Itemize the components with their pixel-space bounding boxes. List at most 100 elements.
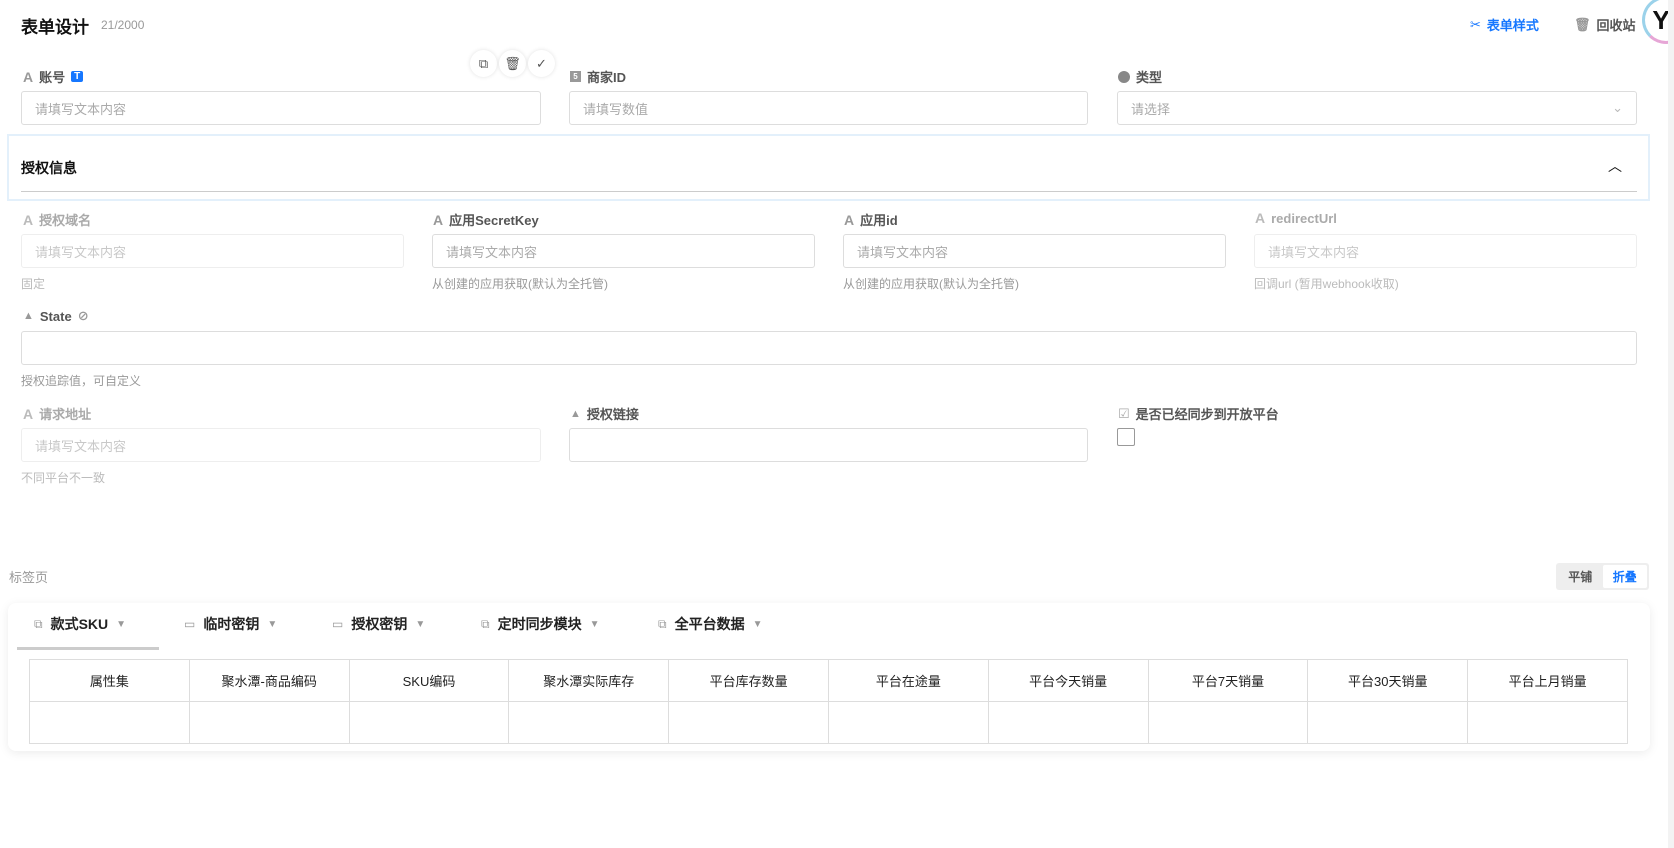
label-text: State [39, 308, 72, 324]
copy-icon: ⧉ [481, 616, 490, 631]
table-header-row: 属性集 聚水潭-商品编码 SKU编码 聚水潭实际库存 平台库存数量 平台在途量 … [29, 659, 1628, 702]
redirect-url-help: 回调url (暂用webhook收取) [1254, 277, 1399, 291]
label-text: 请求地址 [39, 407, 92, 422]
column-header: 聚水潭-商品编码 [188, 659, 350, 702]
table-cell[interactable] [508, 701, 670, 744]
appid-input[interactable]: 请填写文本内容 [843, 234, 1226, 268]
column-header: 平台在途量 [827, 659, 989, 702]
caret-down-icon: ▼ [589, 618, 600, 630]
request-url-input[interactable]: 请填写文本内容 [21, 428, 541, 462]
shapes-icon: ▲ [23, 310, 34, 322]
redirect-url-input[interactable]: 请填写文本内容 [1254, 234, 1637, 268]
recycle-label: 回收站 [1596, 18, 1636, 33]
domain-input[interactable]: 请填写文本内容 [21, 234, 404, 268]
select-type-icon [1118, 70, 1130, 83]
text-type-icon: A [23, 211, 34, 228]
caret-down-icon: ▼ [752, 618, 763, 630]
form-style-label: 表单样式 [1486, 18, 1539, 33]
tab-label: 款式SKU [50, 616, 109, 632]
title-badge: T [71, 71, 84, 82]
tab-auth-key[interactable]: ▭ 授权密钥 ▼ [332, 614, 425, 634]
secretkey-input[interactable]: 请填写文本内容 [432, 234, 815, 268]
label-text: 应用SecretKey [449, 213, 539, 228]
tab-label: 授权密钥 [351, 616, 408, 632]
label-text: 商家ID [587, 70, 627, 85]
synced-label: ☑ 是否已经同步到开放平台 [1118, 404, 1279, 423]
tab-temp-key[interactable]: ▭ 临时密钥 ▼ [184, 614, 277, 634]
shapes-icon: ▲ [570, 407, 581, 420]
scrollbar[interactable] [1668, 0, 1674, 848]
auth-link-input[interactable] [569, 428, 1088, 462]
recycle-bin-button[interactable]: 🗑 回收站 [1574, 15, 1636, 34]
redirect-url-label: AredirectUrl [1255, 210, 1337, 226]
trash-icon: 🗑 [1574, 16, 1591, 32]
auth-link-label: ▲ 授权链接 [570, 404, 639, 423]
chevron-up-icon[interactable]: ︿ [1608, 156, 1622, 176]
table-cell[interactable] [827, 701, 989, 744]
toggle-fold[interactable]: 折叠 [1602, 565, 1647, 588]
tab-style-sku[interactable]: ⧉ 款式SKU ▼ [34, 614, 126, 634]
label-text: redirectUrl [1271, 210, 1337, 226]
section-divider [21, 191, 1637, 192]
domain-help: 固定 [21, 277, 46, 291]
column-header: 聚水潭实际库存 [508, 659, 670, 702]
delete-icon[interactable]: 🗑 [499, 50, 526, 77]
tab-all-platform[interactable]: ⧉ 全平台数据 ▼ [658, 614, 762, 634]
state-input[interactable] [21, 331, 1637, 365]
column-header: 平台库存数量 [668, 659, 829, 702]
type-label: 类型 [1118, 67, 1162, 86]
column-header: 平台30天销量 [1307, 659, 1469, 702]
copy-icon: ⧉ [658, 616, 667, 631]
type-select[interactable]: 请选择 ⌄ [1117, 91, 1637, 125]
table-cell[interactable] [1307, 701, 1469, 744]
table-cell[interactable] [188, 701, 350, 744]
column-header: 平台7天销量 [1147, 659, 1309, 702]
column-header: 属性集 [29, 659, 190, 702]
table-cell[interactable] [987, 701, 1149, 744]
tools-icon: ✂ [1470, 16, 1481, 32]
tab-label: 定时同步模块 [497, 616, 582, 632]
number-type-icon: 5 [570, 71, 581, 82]
check-icon[interactable]: ✓ [528, 50, 555, 77]
table-cell[interactable] [348, 701, 510, 744]
toggle-tile[interactable]: 平铺 [1558, 565, 1603, 588]
table-cell[interactable] [1147, 701, 1309, 744]
state-help: 授权追踪值，可自定义 [21, 374, 142, 388]
table-cell[interactable] [668, 701, 829, 744]
chevron-down-icon: ⌄ [1612, 100, 1623, 115]
copy-icon: ⧉ [34, 616, 43, 631]
sku-table: 属性集 聚水潭-商品编码 SKU编码 聚水潭实际库存 平台库存数量 平台在途量 … [29, 659, 1628, 744]
column-header: 平台上月销量 [1467, 659, 1628, 702]
text-type-icon: A [433, 211, 444, 228]
table-row [29, 701, 1628, 744]
column-header: SKU编码 [348, 659, 510, 702]
secretkey-label: A 应用SecretKey [433, 210, 539, 229]
table-cell[interactable] [29, 701, 190, 744]
select-placeholder: 请选择 [1131, 101, 1171, 117]
label-text: 类型 [1136, 70, 1163, 85]
label-text: 授权链接 [586, 407, 639, 422]
table-cell[interactable] [1467, 701, 1628, 744]
label-text: 授权域名 [39, 213, 92, 228]
account-input[interactable]: 请填写文本内容 [21, 91, 541, 125]
tab-scheduled-sync[interactable]: ⧉ 定时同步模块 ▼ [481, 614, 599, 634]
column-header: 平台今天销量 [987, 659, 1149, 702]
synced-checkbox[interactable] [1117, 428, 1135, 446]
form-style-button[interactable]: ✂ 表单样式 [1470, 15, 1539, 34]
section-title: 授权信息 [21, 160, 77, 176]
eye-off-icon: ⊘ [77, 308, 89, 323]
label-text: 账号 [39, 70, 66, 85]
request-url-help: 不同平台不一致 [21, 471, 106, 485]
layout-toggle: 平铺 折叠 [1556, 563, 1649, 590]
label-text: 是否已经同步到开放平台 [1135, 407, 1279, 422]
text-type-icon: A [844, 211, 855, 228]
folder-icon: ▭ [184, 617, 196, 631]
merchant-id-input[interactable]: 请填写数值 [569, 91, 1088, 125]
domain-label: A 授权域名 [23, 210, 91, 229]
active-tab-indicator [17, 647, 159, 650]
account-label: A 账号 T [23, 67, 84, 86]
tabs-label: 标签页 [9, 570, 49, 585]
state-label: ▲ State ⊘ [23, 308, 89, 324]
appid-label: A 应用id [844, 210, 898, 229]
copy-icon[interactable]: ⧉ [470, 50, 497, 77]
